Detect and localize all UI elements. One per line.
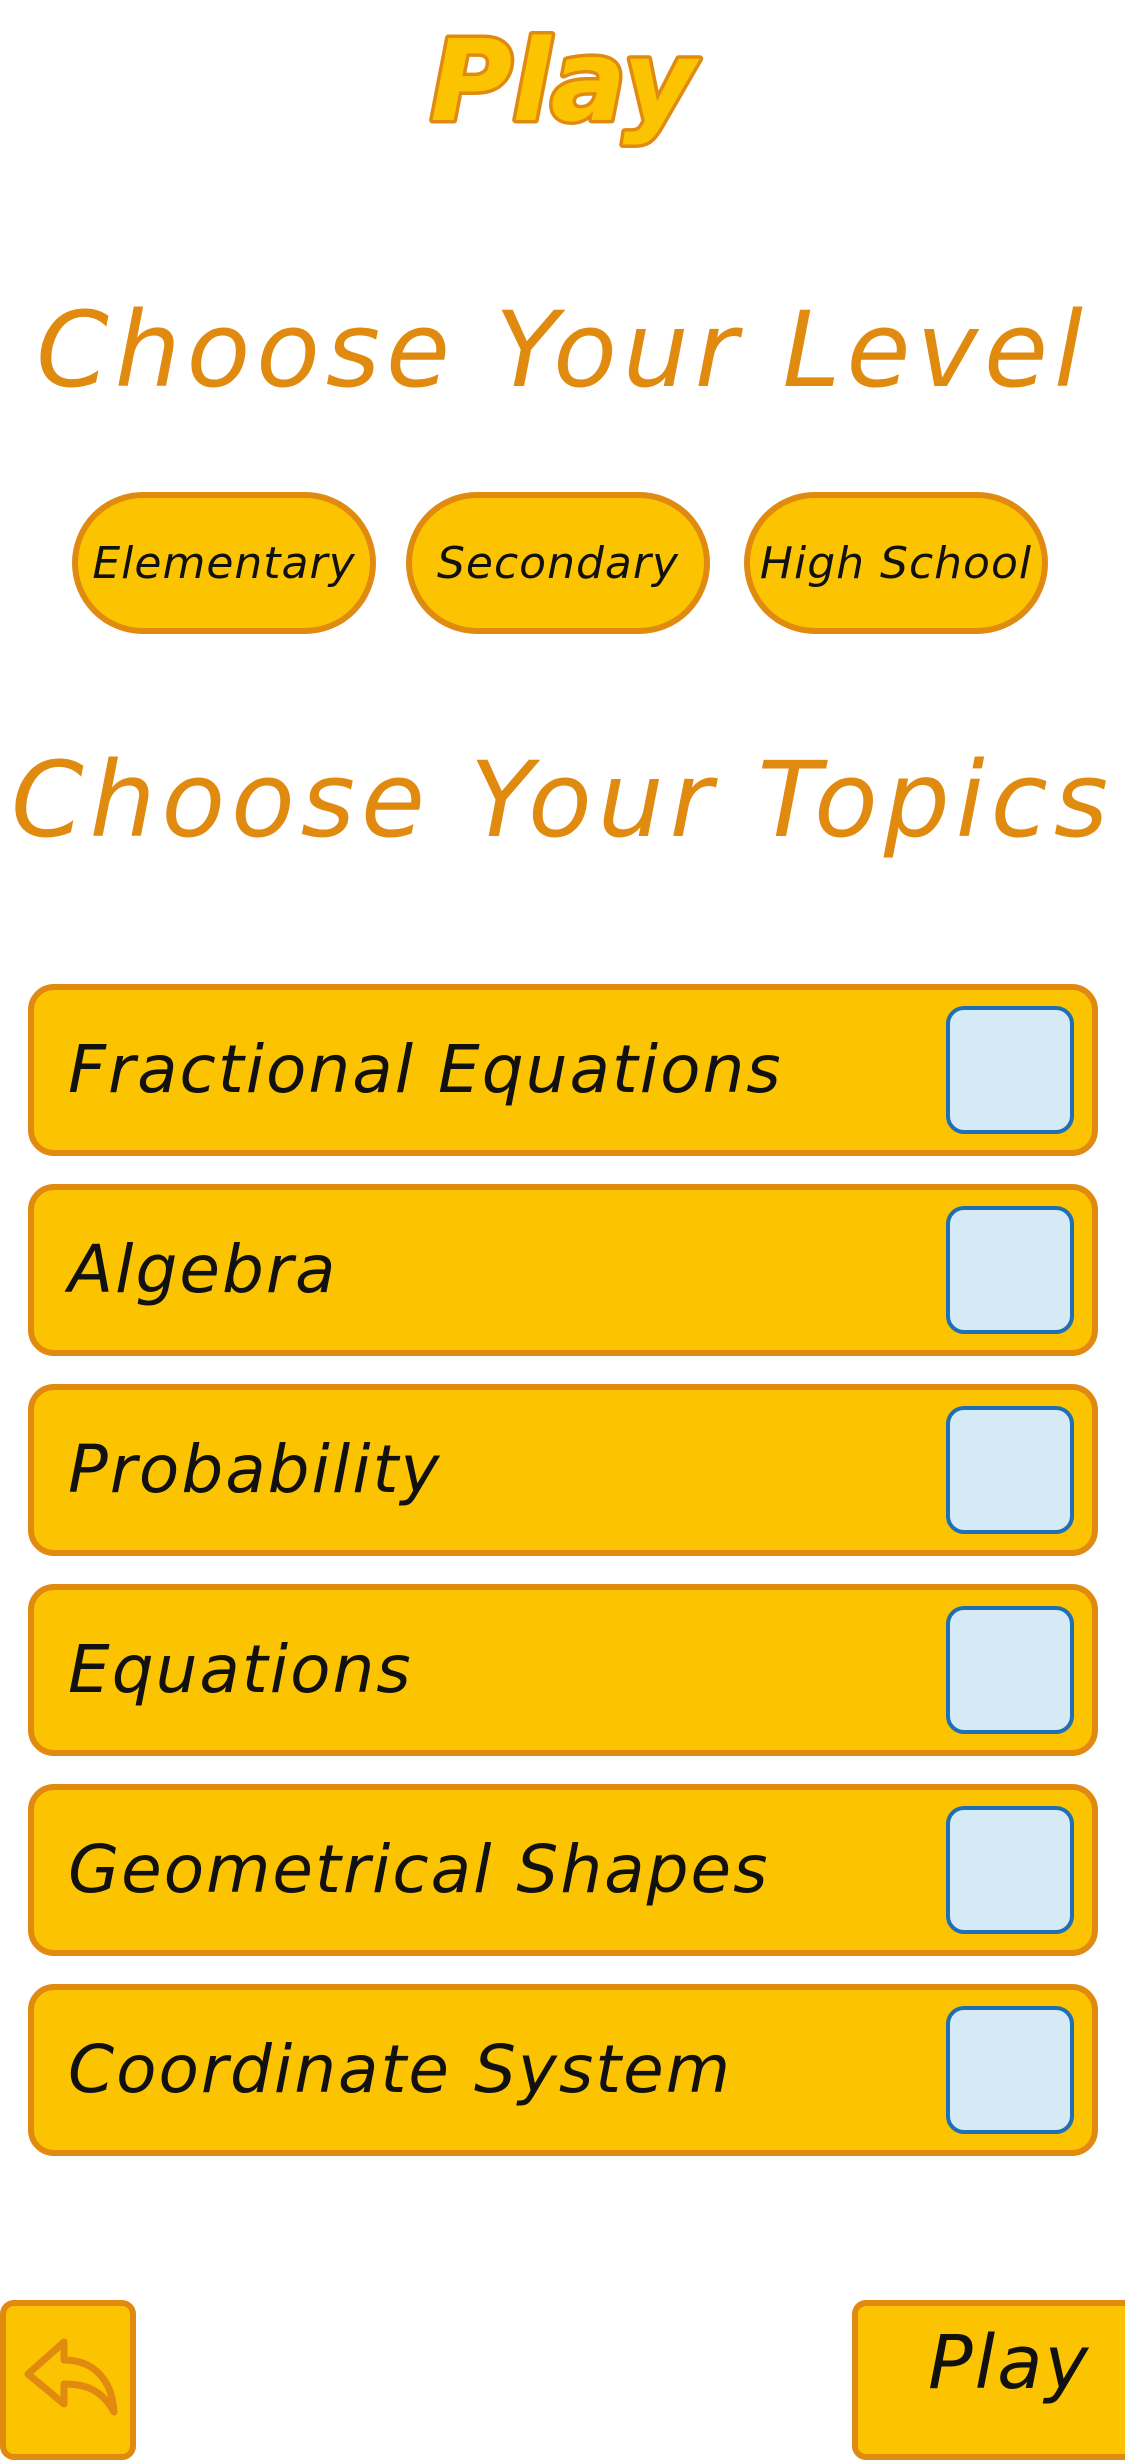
level-elementary-button[interactable]: Elementary bbox=[72, 492, 376, 634]
topic-label: Fractional Equations bbox=[68, 1031, 783, 1108]
level-heading: Choose Your Level bbox=[36, 289, 1089, 411]
topic-label: Coordinate System bbox=[68, 2031, 733, 2108]
topic-checkbox[interactable] bbox=[946, 1806, 1074, 1934]
topic-checkbox[interactable] bbox=[946, 1606, 1074, 1734]
topic-row-geometrical-shapes[interactable]: Geometrical Shapes bbox=[28, 1784, 1098, 1956]
topic-row-fractional-equations[interactable]: Fractional Equations bbox=[28, 984, 1098, 1156]
topics-heading: Choose Your Topics bbox=[10, 739, 1115, 861]
level-secondary-button[interactable]: Secondary bbox=[406, 492, 710, 634]
topic-checkbox[interactable] bbox=[946, 1206, 1074, 1334]
page-title: Play bbox=[430, 17, 700, 147]
topic-row-coordinate-system[interactable]: Coordinate System bbox=[28, 1984, 1098, 2156]
topic-row-equations[interactable]: Equations bbox=[28, 1584, 1098, 1756]
level-high-school-button[interactable]: High School bbox=[744, 492, 1048, 634]
play-button[interactable]: Play bbox=[852, 2300, 1125, 2460]
topic-checkbox[interactable] bbox=[946, 2006, 1074, 2134]
topic-row-algebra[interactable]: Algebra bbox=[28, 1184, 1098, 1356]
play-button-label: Play bbox=[928, 2320, 1091, 2406]
topic-label: Geometrical Shapes bbox=[68, 1831, 770, 1908]
back-arrow-icon bbox=[24, 2338, 118, 2416]
page-title-logo: Play bbox=[0, 10, 1125, 151]
topic-label: Probability bbox=[68, 1431, 442, 1508]
back-button[interactable] bbox=[0, 2300, 136, 2460]
topic-label: Equations bbox=[68, 1631, 413, 1708]
topic-checkbox[interactable] bbox=[946, 1406, 1074, 1534]
topic-row-probability[interactable]: Probability bbox=[28, 1384, 1098, 1556]
topic-label: Algebra bbox=[68, 1231, 338, 1308]
topic-checkbox[interactable] bbox=[946, 1006, 1074, 1134]
title-logo-graphic: Play bbox=[426, 14, 703, 151]
